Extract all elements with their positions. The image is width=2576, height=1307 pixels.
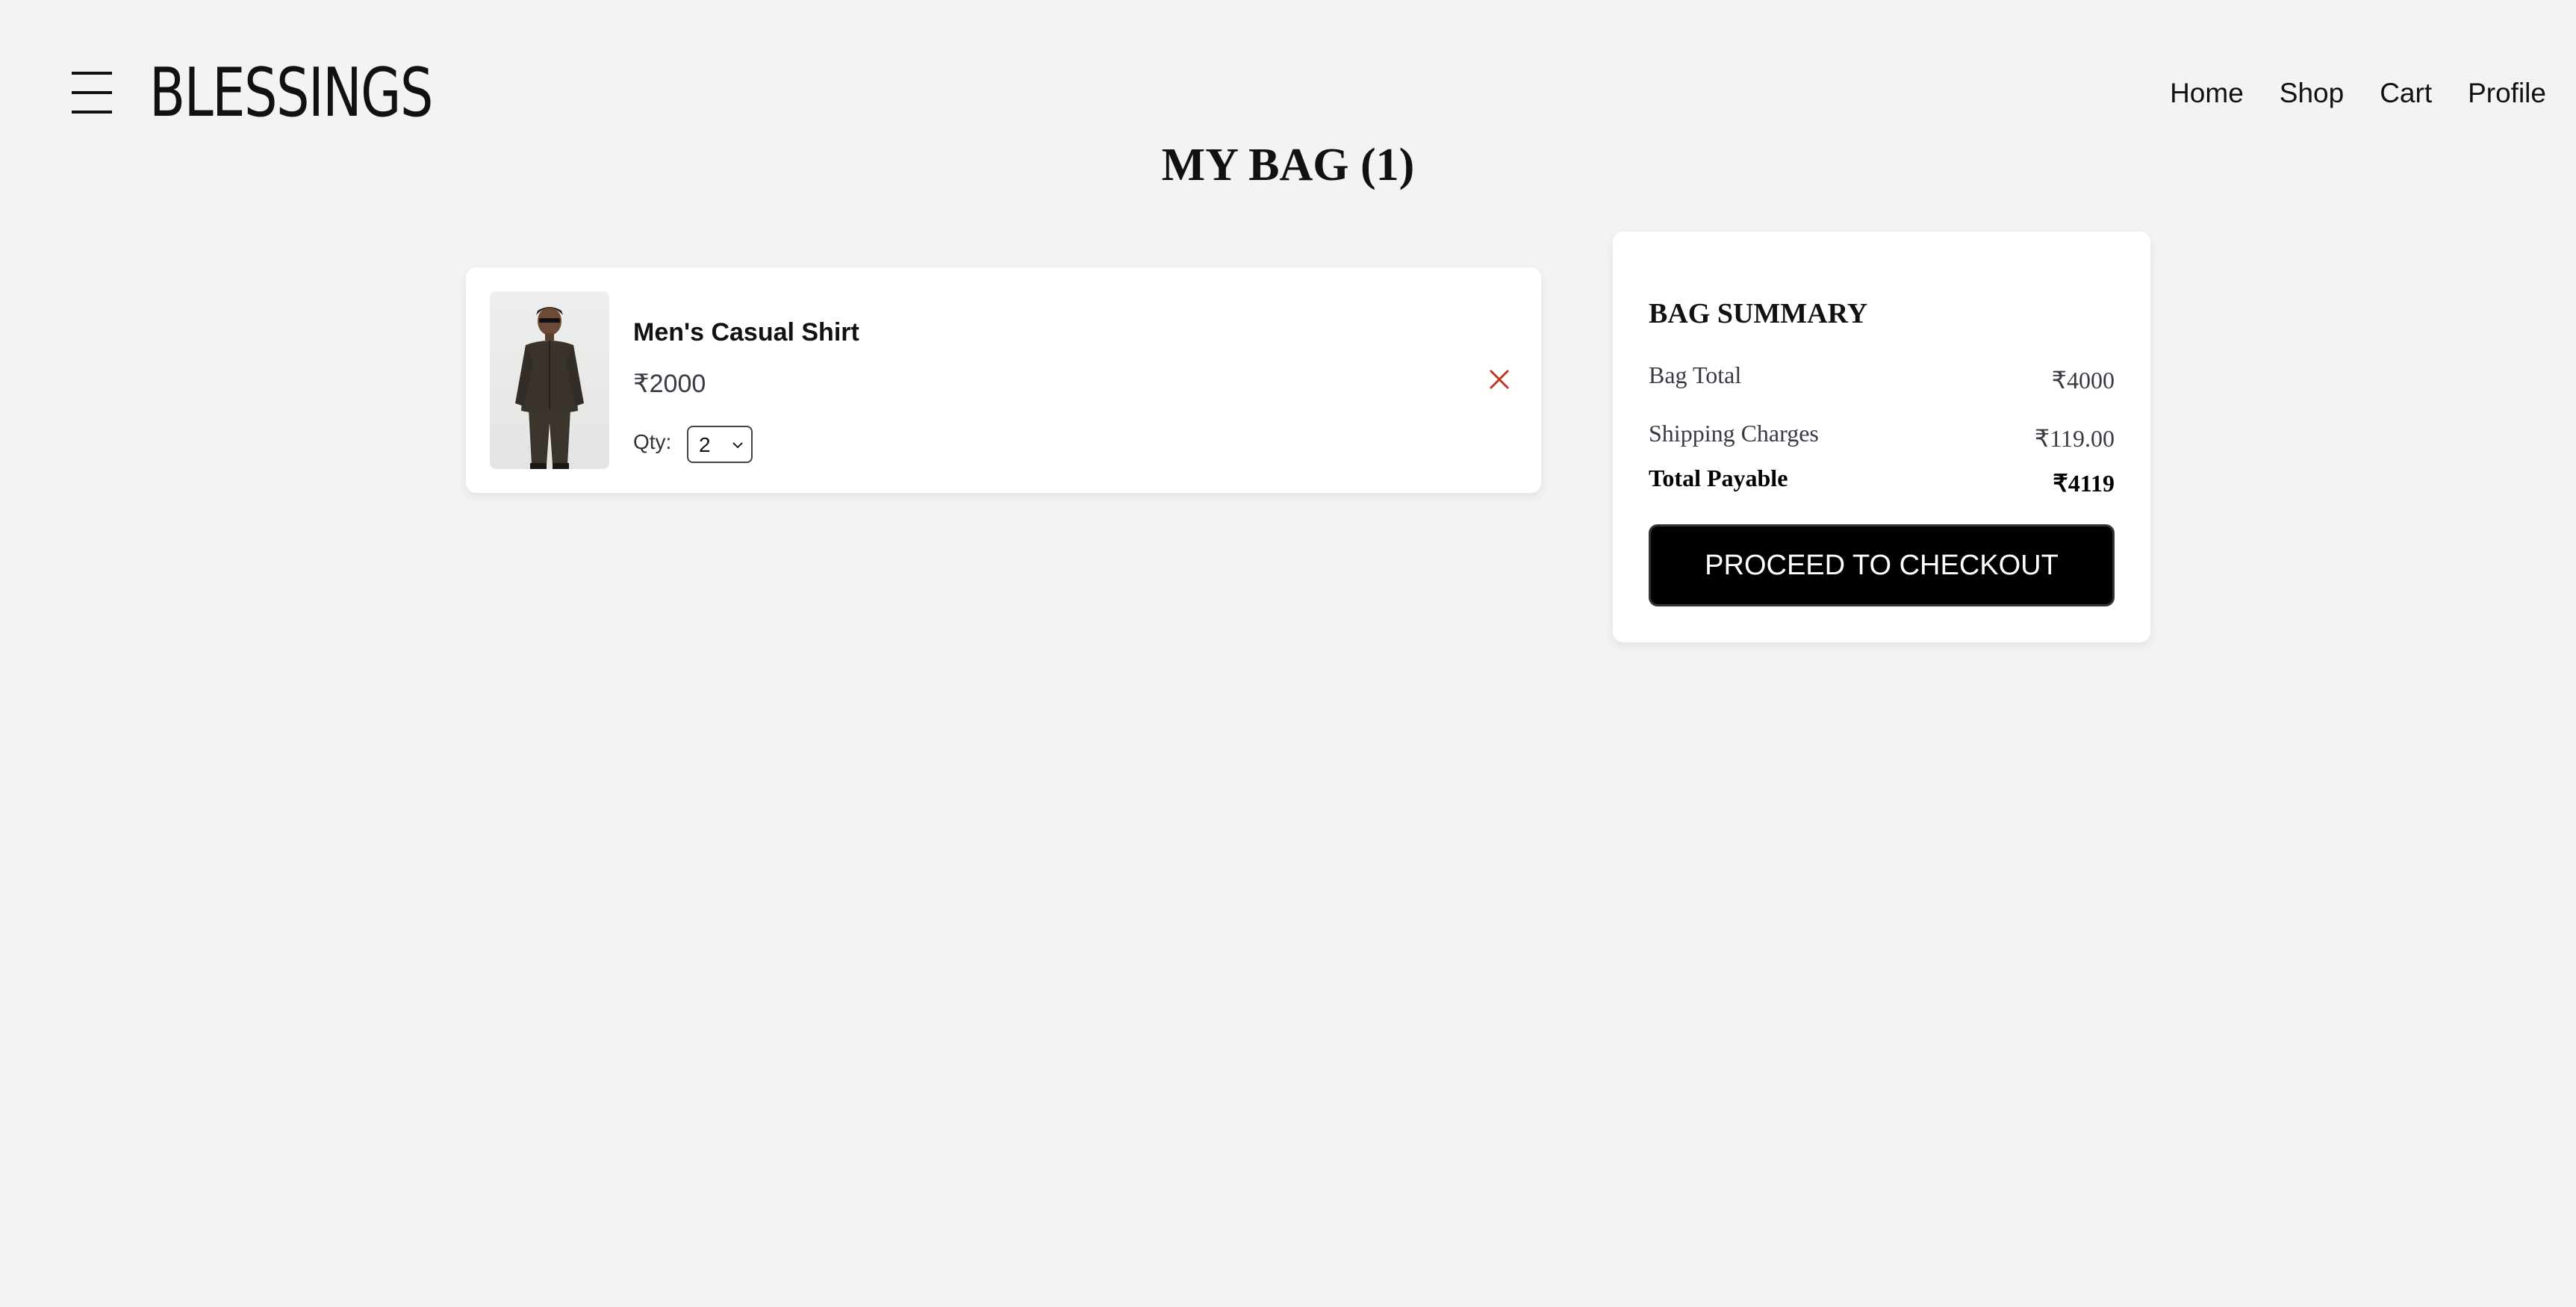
product-name[interactable]: Men's Casual Shirt <box>633 318 859 347</box>
total-payable-label: Total Payable <box>1649 465 1788 491</box>
page-title: MY BAG (1) <box>1161 140 1415 190</box>
bag-total-row: Bag Total ₹4000 <box>1649 361 2115 394</box>
bag-summary-panel: BAG SUMMARY Bag Total ₹4000 Shipping Cha… <box>1613 232 2150 642</box>
chevron-down-icon <box>732 442 743 449</box>
product-image[interactable] <box>490 291 609 469</box>
shipping-value: ₹119.00 <box>2034 425 2115 452</box>
site-header: BLESSINGS Home Shop Cart Profile <box>0 0 2576 149</box>
bag-total-value: ₹4000 <box>2051 367 2115 394</box>
nav-profile[interactable]: Profile <box>2468 75 2546 112</box>
brand-logo[interactable]: BLESSINGS <box>149 60 433 127</box>
qty-label: Qty: <box>633 430 672 453</box>
shipping-row: Shipping Charges ₹119.00 <box>1649 420 2115 452</box>
nav-home[interactable]: Home <box>2170 75 2244 112</box>
total-payable-row: Total Payable ₹4119 <box>1649 465 2115 497</box>
proceed-to-checkout-button[interactable]: PROCEED TO CHECKOUT <box>1649 524 2115 606</box>
nav-cart[interactable]: Cart <box>2380 75 2432 112</box>
summary-title: BAG SUMMARY <box>1649 298 1868 329</box>
bag-total-label: Bag Total <box>1649 361 1742 388</box>
nav-shop[interactable]: Shop <box>2280 75 2344 112</box>
cart-item-card: Men's Casual Shirt ₹2000 Qty: 2 <box>466 267 1541 493</box>
remove-item-icon[interactable] <box>1484 364 1514 394</box>
shipping-label: Shipping Charges <box>1649 420 1819 447</box>
main-nav: Home Shop Cart Profile <box>2170 75 2546 112</box>
total-payable-value: ₹4119 <box>2053 470 2115 497</box>
quantity-select[interactable]: 2 <box>687 426 753 463</box>
product-price: ₹2000 <box>633 370 706 398</box>
hamburger-menu-icon[interactable] <box>72 72 112 117</box>
quantity-value: 2 <box>699 433 711 456</box>
